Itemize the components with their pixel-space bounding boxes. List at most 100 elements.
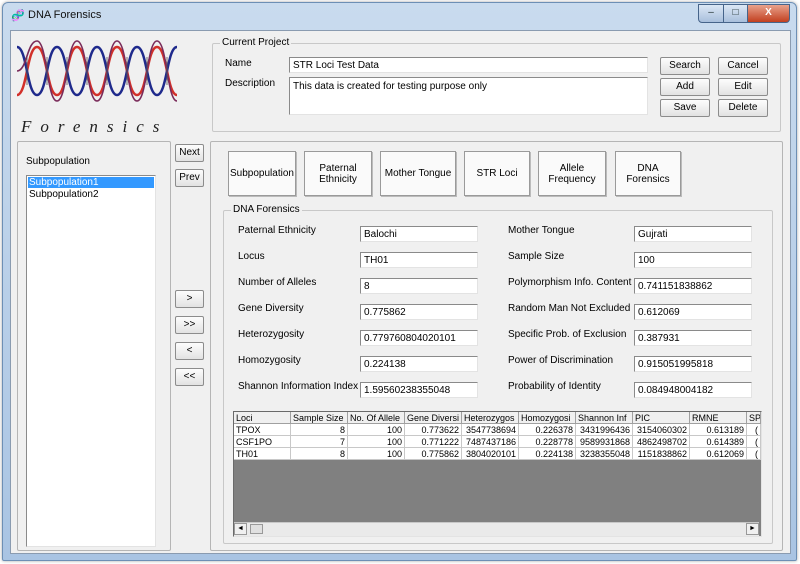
cell: 0.775862: [405, 448, 462, 460]
subpopulation-title: Subpopulation: [26, 156, 90, 167]
cell: 4862498702: [633, 436, 690, 448]
client-area: Forensics Current Project Name STR Loci …: [10, 30, 791, 554]
close-button[interactable]: X: [748, 4, 790, 23]
search-button[interactable]: Search: [660, 57, 710, 75]
tab-dna-forensics[interactable]: DNA Forensics: [615, 151, 681, 196]
cell: 100: [348, 448, 405, 460]
header-heterozygosity[interactable]: Heterozygos: [462, 412, 519, 424]
cancel-button[interactable]: Cancel: [718, 57, 768, 75]
cell-loci: CSF1PO: [234, 436, 291, 448]
tab-subpopulation[interactable]: Subpopulation: [228, 151, 296, 196]
add-one-button[interactable]: >: [175, 290, 204, 308]
cell: 0.613189: [690, 424, 747, 436]
dna-forensics-label: DNA Forensics: [231, 204, 302, 215]
header-shannon[interactable]: Shannon Inf: [576, 412, 633, 424]
cell: (: [747, 448, 761, 460]
heterozygosity-field[interactable]: 0.779760804020101: [360, 330, 478, 346]
table-row[interactable]: TPOX 8 100 0.773622 3547738694 0.226378 …: [234, 424, 761, 436]
header-sample-size[interactable]: Sample Size: [291, 412, 348, 424]
shannon-index-field[interactable]: 1.59560238355048: [360, 382, 478, 398]
cell: 0.612069: [690, 448, 747, 460]
header-no-of-allele[interactable]: No. Of Allele: [348, 412, 405, 424]
next-button[interactable]: Next: [175, 144, 204, 162]
maximize-button[interactable]: □: [724, 4, 748, 23]
scroll-right-icon[interactable]: ►: [746, 523, 759, 535]
description-field[interactable]: This data is created for testing purpose…: [289, 77, 648, 115]
list-item-selected[interactable]: Subpopulation1: [28, 177, 154, 188]
table-row[interactable]: CSF1PO 7 100 0.771222 7487437186 0.22877…: [234, 436, 761, 448]
spe-label: Specific Prob. of Exclusion: [508, 329, 627, 340]
cell: 0.226378: [519, 424, 576, 436]
spe-field[interactable]: 0.387931: [634, 330, 752, 346]
subpopulation-list[interactable]: Subpopulation1 Subpopulation2: [26, 175, 156, 547]
edit-button[interactable]: Edit: [718, 78, 768, 96]
cell: 0.771222: [405, 436, 462, 448]
grid-header-row: Loci Sample Size No. Of Allele Gene Dive…: [234, 412, 761, 424]
cell: 3431996436: [576, 424, 633, 436]
homozygosity-label: Homozygosity: [238, 355, 301, 366]
cell: 0.228778: [519, 436, 576, 448]
locus-field[interactable]: TH01: [360, 252, 478, 268]
power-of-discrimination-label: Power of Discrimination: [508, 355, 614, 366]
number-of-alleles-field[interactable]: 8: [360, 278, 478, 294]
horizontal-scrollbar[interactable]: ◄ ►: [234, 522, 759, 536]
tab-paternal-ethnicity[interactable]: Paternal Ethnicity: [304, 151, 372, 196]
sample-size-label: Sample Size: [508, 251, 565, 262]
paternal-ethnicity-field[interactable]: Balochi: [360, 226, 478, 242]
scroll-thumb[interactable]: [250, 524, 263, 534]
cell: 8: [291, 448, 348, 460]
cell: 0.614389: [690, 436, 747, 448]
cell: 100: [348, 436, 405, 448]
tab-allele-frequency[interactable]: Allele Frequency: [538, 151, 606, 196]
probability-of-identity-field[interactable]: 0.084948004182: [634, 382, 752, 398]
header-gene-diversity[interactable]: Gene Diversi: [405, 412, 462, 424]
scroll-left-icon[interactable]: ◄: [234, 523, 247, 535]
tab-mother-tongue[interactable]: Mother Tongue: [380, 151, 456, 196]
header-rmne[interactable]: RMNE: [690, 412, 747, 424]
add-all-button[interactable]: >>: [175, 316, 204, 334]
delete-button[interactable]: Delete: [718, 99, 768, 117]
title-bar[interactable]: 🧬 DNA Forensics – □ X: [3, 3, 796, 27]
cell: 0.773622: [405, 424, 462, 436]
rmne-field[interactable]: 0.612069: [634, 304, 752, 320]
tab-str-loci[interactable]: STR Loci: [464, 151, 530, 196]
dna-helix-icon: [16, 40, 178, 102]
remove-one-button[interactable]: <: [175, 342, 204, 360]
header-homozygosity[interactable]: Homozygosi: [519, 412, 576, 424]
minimize-button[interactable]: –: [698, 4, 724, 23]
add-button[interactable]: Add: [660, 78, 710, 96]
gene-diversity-label: Gene Diversity: [238, 303, 304, 314]
cell: 8: [291, 424, 348, 436]
gene-diversity-field[interactable]: 0.775862: [360, 304, 478, 320]
paternal-ethnicity-label: Paternal Ethnicity: [238, 225, 316, 236]
cell: (: [747, 436, 761, 448]
forensics-logo: Forensics: [16, 37, 178, 136]
project-name-field[interactable]: STR Loci Test Data: [289, 57, 648, 73]
pic-field[interactable]: 0.741151838862: [634, 278, 752, 294]
header-pic[interactable]: PIC: [633, 412, 690, 424]
results-grid[interactable]: Loci Sample Size No. Of Allele Gene Dive…: [233, 411, 762, 537]
prev-button[interactable]: Prev: [175, 169, 204, 187]
remove-all-button[interactable]: <<: [175, 368, 204, 386]
list-item[interactable]: Subpopulation2: [27, 189, 155, 200]
subpopulation-panel: Subpopulation Subpopulation1 Subpopulati…: [17, 141, 171, 551]
power-of-discrimination-field[interactable]: 0.915051995818: [634, 356, 752, 372]
header-spe[interactable]: SPI: [747, 412, 761, 424]
mother-tongue-field[interactable]: Gujrati: [634, 226, 752, 242]
cell: 3547738694: [462, 424, 519, 436]
table-row[interactable]: TH01 8 100 0.775862 3804020101 0.224138 …: [234, 448, 761, 460]
header-loci[interactable]: Loci: [234, 412, 291, 424]
name-label: Name: [225, 58, 252, 69]
homozygosity-field[interactable]: 0.224138: [360, 356, 478, 372]
cell: 0.224138: [519, 448, 576, 460]
cell: 100: [348, 424, 405, 436]
description-label: Description: [225, 78, 276, 89]
current-project-label: Current Project: [220, 37, 292, 48]
sample-size-field[interactable]: 100: [634, 252, 752, 268]
save-button[interactable]: Save: [660, 99, 710, 117]
shannon-index-label: Shannon Information Index: [238, 381, 359, 392]
cell: 3154060302: [633, 424, 690, 436]
current-project-group: Current Project Name STR Loci Test Data …: [212, 37, 781, 132]
logo-text: Forensics: [21, 117, 169, 136]
number-of-alleles-label: Number of Alleles: [238, 277, 317, 288]
